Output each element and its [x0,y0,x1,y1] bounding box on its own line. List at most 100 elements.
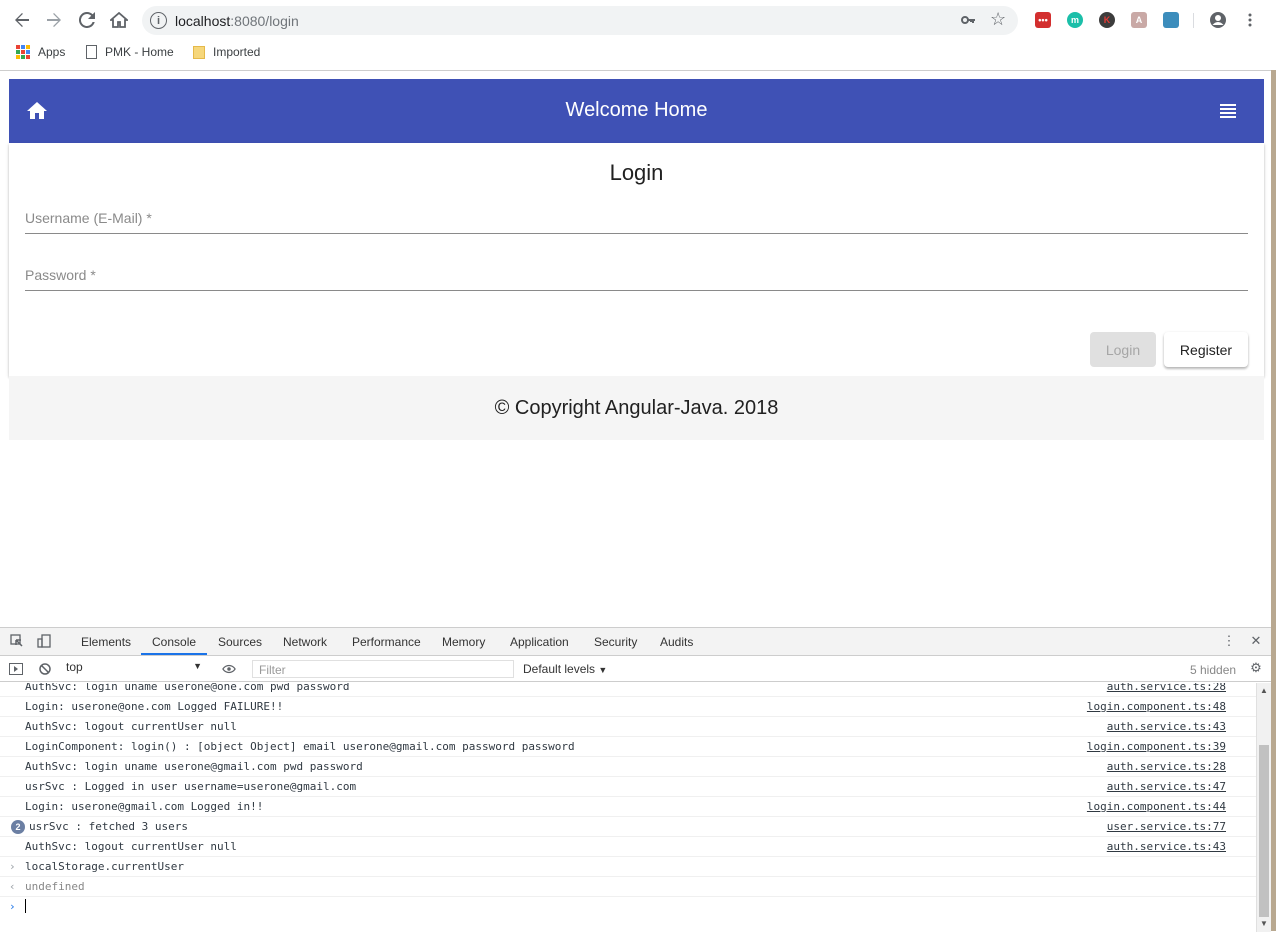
console-message: AuthSvc: login uname userone@gmail.com p… [25,760,363,773]
levels-label: Default levels [523,662,596,676]
chevron-right-icon: › [9,860,16,873]
inspect-icon[interactable] [10,634,24,648]
scroll-down-icon[interactable]: ▼ [1260,919,1268,928]
forward-icon[interactable] [42,8,66,32]
key-icon[interactable] [960,12,976,32]
login-title: Login [609,160,664,185]
address-bar[interactable]: i localhost:8080/login ☆ [142,6,1018,35]
devtools-panel: Elements Console Sources Network Perform… [0,627,1276,932]
devtools-tabs: Elements Console Sources Network Perform… [0,628,1276,656]
console-row: AuthSvc: login uname userone@one.com pwd… [0,683,1256,697]
lastpass-extension-icon[interactable]: ••• [1035,12,1051,28]
console-result-text: undefined [25,880,85,893]
return-arrow-icon: ‹ [9,880,16,893]
bookmark-label: Apps [38,45,66,59]
console-toolbar: top ▼ Filter Default levels ▼ 5 hidden ⚙ [0,656,1276,682]
profile-icon[interactable] [1206,8,1230,32]
console-result: ‹ undefined [0,877,1256,897]
browser-toolbar: i localhost:8080/login ☆ ••• m K A [0,0,1276,40]
bookmarks-bar: Apps PMK - Home Imported [0,40,1276,67]
star-icon[interactable]: ☆ [990,9,1006,30]
apps-grid-icon [16,45,30,59]
scroll-up-icon[interactable]: ▲ [1260,686,1268,695]
tab-application[interactable]: Application [510,635,569,649]
window-extension-icon[interactable] [1163,12,1179,28]
copyright-text: © Copyright Angular-Java. 2018 [494,397,779,419]
prompt-chevron-icon: › [9,900,16,913]
source-link[interactable]: auth.service.ts:43 [1107,840,1226,853]
tab-performance[interactable]: Performance [352,635,421,649]
register-button[interactable]: Register [1164,332,1248,367]
source-link[interactable]: auth.service.ts:28 [1107,760,1226,773]
console-row: AuthSvc: logout currentUser null auth.se… [0,837,1256,857]
tab-sources[interactable]: Sources [218,635,262,649]
active-tab-indicator [141,653,207,655]
sidebar-toggle-icon[interactable] [9,662,23,676]
login-card: Login Username (E-Mail) * Password * Log… [9,143,1264,376]
console-settings-icon[interactable]: ⚙ [1249,660,1263,675]
console-output: AuthSvc: login uname userone@one.com pwd… [0,683,1256,932]
console-row: LoginComponent: login() : [object Object… [0,737,1256,757]
tab-security[interactable]: Security [594,635,637,649]
toolbar-divider [1193,13,1194,28]
console-message: AuthSvc: logout currentUser null [25,840,237,853]
source-link[interactable]: user.service.ts:77 [1107,820,1226,833]
default-levels-dropdown[interactable]: Default levels ▼ [523,662,607,676]
login-button[interactable]: Login [1090,332,1156,367]
browser-menu-icon[interactable] [1238,8,1262,32]
bookmark-imported[interactable]: Imported [193,45,260,59]
filter-input[interactable]: Filter [252,660,514,678]
password-field[interactable]: Password * [25,261,1248,291]
repeat-count-badge: 2 [11,820,25,834]
tab-console[interactable]: Console [152,635,196,649]
eye-icon[interactable] [222,662,236,676]
console-row: Login: userone@gmail.com Logged in!! log… [0,797,1256,817]
url-text: localhost:8080/login [175,13,299,29]
page-footer: © Copyright Angular-Java. 2018 [9,376,1264,440]
source-link[interactable]: login.component.ts:48 [1087,700,1226,713]
console-row: 2 usrSvc : fetched 3 users user.service.… [0,817,1256,837]
context-select[interactable]: top ▼ [66,660,206,678]
console-message: usrSvc : fetched 3 users [29,820,188,833]
device-toggle-icon[interactable] [37,634,51,648]
close-icon[interactable]: ✕ [1249,633,1263,648]
console-message: Login: userone@gmail.com Logged in!! [25,800,264,813]
console-row: usrSvc : Logged in user username=userone… [0,777,1256,797]
console-message: Login: userone@one.com Logged FAILURE!! [25,700,284,713]
folder-icon [193,45,205,59]
back-icon[interactable] [10,8,34,32]
username-label: Username (E-Mail) * [25,210,152,226]
info-icon[interactable]: i [150,12,167,29]
clear-console-icon[interactable] [38,662,52,676]
tab-network[interactable]: Network [283,635,327,649]
tab-memory[interactable]: Memory [442,635,485,649]
username-field[interactable]: Username (E-Mail) * [25,204,1248,234]
bookmark-label: Imported [213,45,261,59]
tab-elements[interactable]: Elements [81,635,131,649]
console-input-echo: › localStorage.currentUser [0,857,1256,877]
source-link[interactable]: auth.service.ts:28 [1107,683,1226,693]
source-link[interactable]: login.component.ts:39 [1087,740,1226,753]
console-scrollbar[interactable]: ▲ ▼ [1256,683,1271,932]
source-link[interactable]: login.component.ts:44 [1087,800,1226,813]
hidden-count: 5 hidden [1190,663,1237,677]
toolbar-separator [0,70,1276,71]
source-link[interactable]: auth.service.ts:47 [1107,780,1226,793]
m-extension-icon[interactable]: m [1067,12,1083,28]
pdf-extension-icon[interactable]: A [1131,12,1147,28]
console-prompt[interactable]: › [0,897,1256,917]
k-extension-icon[interactable]: K [1099,12,1115,28]
bookmark-label: PMK - Home [105,45,174,59]
bookmark-apps[interactable]: Apps [16,45,65,59]
reload-icon[interactable] [75,8,99,32]
console-message: AuthSvc: login uname userone@one.com pwd… [25,683,350,693]
menu-icon[interactable] [1220,104,1236,118]
desktop-edge [1271,70,1276,931]
tab-audits[interactable]: Audits [660,635,693,649]
home-nav-icon[interactable] [107,8,131,32]
scroll-thumb[interactable] [1259,745,1269,917]
source-link[interactable]: auth.service.ts:43 [1107,720,1226,733]
bookmark-pmk-home[interactable]: PMK - Home [86,45,174,59]
console-message: usrSvc : Logged in user username=userone… [25,780,357,793]
devtools-menu-icon[interactable]: ⋮ [1222,633,1236,648]
